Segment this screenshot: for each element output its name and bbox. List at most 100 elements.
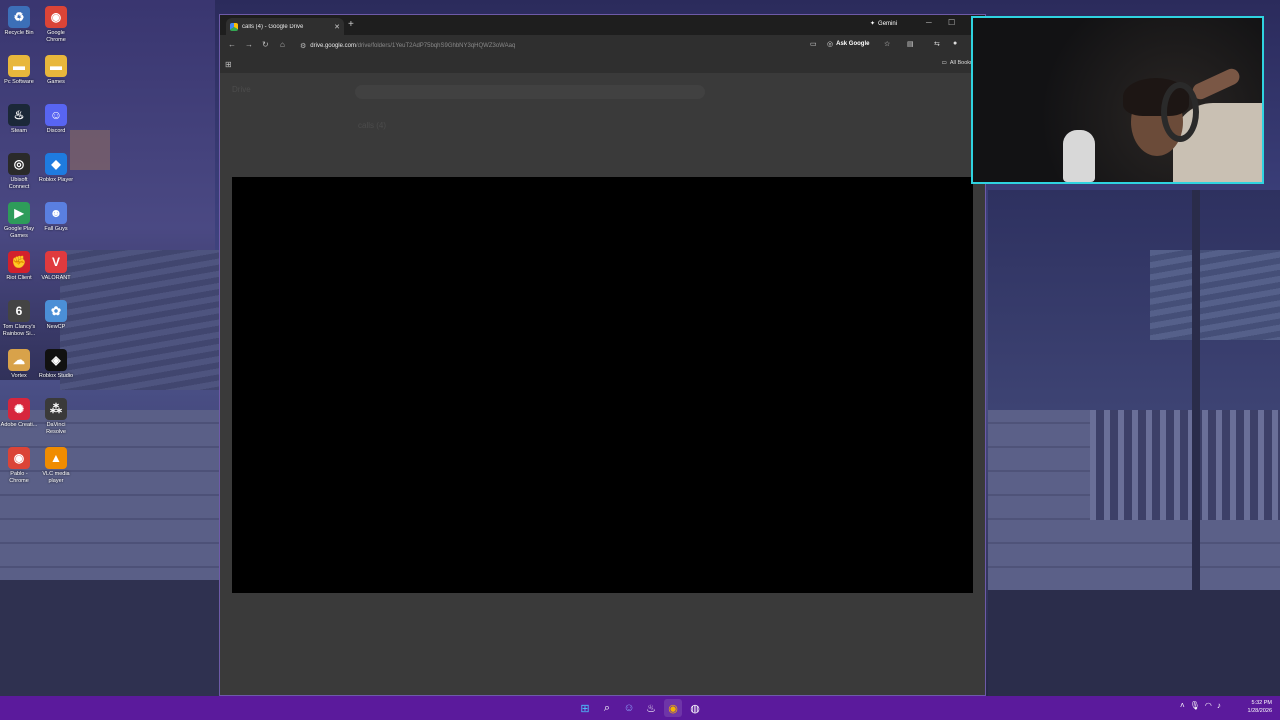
gemini-label: Gemini bbox=[878, 20, 898, 27]
desktop-icon-label: VLC media player bbox=[42, 471, 70, 484]
back-arrow-icon[interactable]: ← bbox=[228, 40, 236, 49]
desktop-icon[interactable]: 6 Tom Clancy's Rainbow Si... bbox=[0, 298, 38, 337]
desktop-icon-label: Google Play Games bbox=[4, 226, 34, 239]
desktop-icon[interactable]: ◎ Ubisoft Connect bbox=[0, 151, 38, 190]
drive-search-bar[interactable] bbox=[355, 85, 705, 99]
steam-taskbar-icon[interactable]: ♨ bbox=[642, 699, 660, 717]
desktop-icon[interactable]: ◈ Roblox Studio bbox=[37, 347, 75, 380]
desktop-icon[interactable]: ☻ Fall Guys bbox=[37, 200, 75, 233]
search-icon[interactable]: ⌕ bbox=[598, 699, 616, 717]
desktop-icon-label: Roblox Player bbox=[38, 177, 74, 183]
desktop-icon[interactable]: ☁ Vortex bbox=[0, 347, 38, 380]
tray-overflow-icon[interactable]: ˄ bbox=[1180, 701, 1185, 710]
desktop-icon[interactable]: ♨ Steam bbox=[0, 102, 38, 135]
wallpaper-roof-left bbox=[60, 250, 220, 390]
wallpaper-street-right bbox=[988, 590, 1280, 696]
bookmark-star-icon[interactable]: ☆ bbox=[884, 40, 890, 48]
desktop-icon[interactable]: ◉ Google Chrome bbox=[37, 4, 75, 43]
wallpaper-roof-right bbox=[1150, 250, 1280, 340]
desktop-icon[interactable]: ♻ Recycle Bin bbox=[0, 4, 38, 37]
clock-date: 1/28/2026 bbox=[1247, 708, 1272, 714]
bookmarks-bar: ⊞ ▭ All Bookmarks bbox=[220, 57, 985, 73]
riot-icon: ✊ bbox=[8, 251, 30, 273]
desktop-icon-label: Google Chrome bbox=[46, 30, 66, 43]
play-games-icon: ▶ bbox=[8, 202, 30, 224]
video-preview-player[interactable] bbox=[232, 177, 973, 593]
system-tray: ˄ 🎙 ◠ ♪ bbox=[1180, 701, 1221, 710]
windows-start-icon[interactable]: ⊞ bbox=[576, 699, 594, 717]
vlc-icon: ▲ bbox=[45, 447, 67, 469]
webcam-headset bbox=[1161, 82, 1199, 142]
desktop-icons: ♻ Recycle Bin ◉ Google Chrome ▬ Pc Software ▬ G… bbox=[0, 0, 76, 490]
adobe-cc-icon: ✺ bbox=[8, 398, 30, 420]
wifi-icon[interactable]: ◠ bbox=[1205, 701, 1212, 710]
taskbar: ⊞ ⌕ ☺ ♨ ◉ ◍ ˄ 🎙 ◠ ♪ 5:32 PM 1/28/2026 bbox=[0, 696, 1280, 720]
desktop-icon-label: Pablo - Chrome bbox=[9, 471, 29, 484]
wallpaper-fence-right bbox=[1090, 410, 1280, 520]
browser-window: calls (4) - Google Drive ✕ + ✦ Gemini ─ … bbox=[219, 14, 986, 696]
apps-grid-icon[interactable]: ⊞ bbox=[225, 60, 232, 69]
fall-guys-icon: ☻ bbox=[45, 202, 67, 224]
volume-icon[interactable]: ♪ bbox=[1217, 701, 1221, 710]
ask-google-button[interactable]: ◎ Ask Google bbox=[827, 40, 869, 48]
desktop-icon-label: Roblox Studio bbox=[38, 373, 74, 379]
desktop-icon-label: NewCP bbox=[46, 324, 66, 330]
desktop-icon[interactable]: ▲ VLC media player bbox=[37, 445, 75, 484]
reload-icon[interactable]: ↻ bbox=[262, 40, 269, 49]
discord-icon: ☺ bbox=[45, 104, 67, 126]
gemini-button[interactable]: ✦ Gemini bbox=[870, 20, 898, 28]
desktop-icon[interactable]: ✊ Riot Client bbox=[0, 249, 38, 282]
desktop-icon-label: Recycle Bin bbox=[4, 30, 34, 36]
steam-icon: ♨ bbox=[8, 104, 30, 126]
url-path: /drive/folders/1YeuT2AdP75bqhS9GhbNY3qHQ… bbox=[355, 43, 516, 49]
valorant-icon: V bbox=[45, 251, 67, 273]
google-drive-favicon-icon bbox=[230, 22, 238, 31]
cast-icon[interactable]: ▭ bbox=[810, 40, 817, 48]
extension-icon[interactable]: ⇆ bbox=[934, 40, 940, 48]
desktop-icon[interactable]: ⁂ DaVinci Resolve bbox=[37, 396, 75, 435]
chrome-taskbar-icon[interactable]: ◉ bbox=[664, 699, 682, 717]
drive-logo-text: Drive bbox=[232, 85, 251, 94]
desktop-icon-label: Ubisoft Connect bbox=[8, 177, 30, 190]
taskbar-clock[interactable]: 5:32 PM 1/28/2026 bbox=[1248, 699, 1272, 715]
desktop-icon-label: Discord bbox=[46, 128, 66, 134]
chrome-icon: ◉ bbox=[45, 6, 67, 28]
desktop-icon[interactable]: ✿ NewCP bbox=[37, 298, 75, 331]
wallpaper-window-glow bbox=[70, 130, 110, 170]
minimize-icon[interactable]: ─ bbox=[926, 18, 932, 27]
ubisoft-icon: ◎ bbox=[8, 153, 30, 175]
discord-taskbar-icon[interactable]: ☺ bbox=[620, 699, 638, 717]
close-tab-icon[interactable]: ✕ bbox=[334, 23, 340, 31]
desktop-icon-label: Vortex bbox=[11, 373, 27, 379]
folder-icon: ▬ bbox=[45, 55, 67, 77]
site-info-icon[interactable]: ⚙ bbox=[300, 42, 306, 50]
desktop-icon-label: Pc Software bbox=[4, 79, 34, 85]
desktop-icon[interactable]: V VALORANT bbox=[37, 249, 75, 282]
side-panel-icon[interactable]: ▤ bbox=[907, 40, 914, 48]
lens-icon: ◎ bbox=[827, 41, 834, 48]
forward-arrow-icon[interactable]: → bbox=[245, 40, 253, 49]
roblox-studio-icon: ◈ bbox=[45, 349, 67, 371]
url-text[interactable]: drive.google.com/drive/folders/1YeuT2AdP… bbox=[310, 43, 515, 49]
desktop-icon[interactable]: ▶ Google Play Games bbox=[0, 200, 38, 239]
obs-taskbar-icon[interactable]: ◍ bbox=[686, 699, 704, 717]
desktop-icon[interactable]: ◉ Pablo - Chrome bbox=[0, 445, 38, 484]
desktop-icon[interactable]: ◆ Roblox Player bbox=[37, 151, 75, 184]
tab-google-drive[interactable]: calls (4) - Google Drive ✕ bbox=[226, 18, 344, 35]
browser-toolbar: ← → ↻ ⌂ ⚙ drive.google.com/drive/folders… bbox=[220, 35, 985, 57]
tab-strip: calls (4) - Google Drive ✕ + ✦ Gemini ─ … bbox=[220, 15, 985, 35]
desktop-icon-label: Fall Guys bbox=[44, 226, 68, 232]
new-tab-button[interactable]: + bbox=[348, 19, 354, 30]
microphone-icon[interactable]: 🎙 bbox=[1190, 701, 1200, 710]
profile-avatar[interactable]: ● bbox=[953, 40, 957, 47]
desktop-icon[interactable]: ☺ Discord bbox=[37, 102, 75, 135]
desktop-icon[interactable]: ▬ Games bbox=[37, 53, 75, 86]
maximize-icon[interactable]: ☐ bbox=[948, 18, 955, 27]
desktop-icon[interactable]: ✺ Adobe Creati... bbox=[0, 396, 38, 429]
address-bar[interactable]: ⚙ drive.google.com/drive/folders/1YeuT2A… bbox=[296, 38, 976, 54]
rainbow-six-icon: 6 bbox=[8, 300, 30, 322]
ask-google-label: Ask Google bbox=[836, 41, 870, 47]
desktop-icon-label: Riot Client bbox=[6, 275, 32, 281]
desktop-icon[interactable]: ▬ Pc Software bbox=[0, 53, 38, 86]
home-icon[interactable]: ⌂ bbox=[280, 40, 285, 49]
